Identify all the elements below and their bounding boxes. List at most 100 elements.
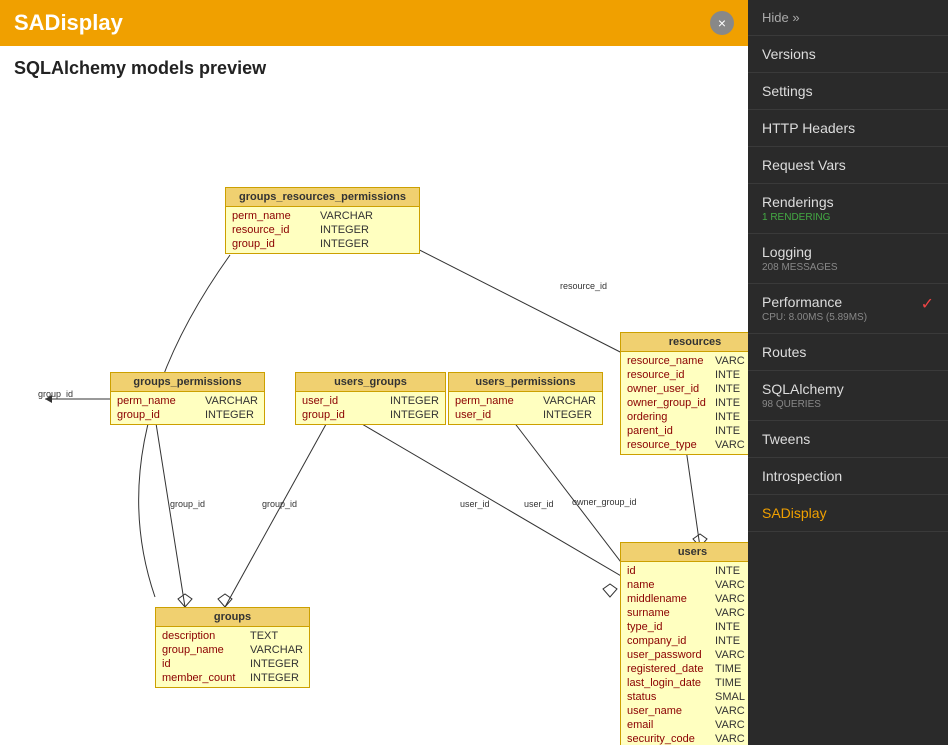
table-body: perm_name VARCHAR resource_id INTEGER gr… <box>226 207 419 253</box>
table-body: id INTE name VARC middlename VARC surnam… <box>621 562 748 745</box>
table-row: owner_user_id INTE <box>627 382 748 396</box>
sidebar-item-renderings[interactable]: Renderings 1 RENDERING <box>748 184 948 234</box>
table-users-groups: users_groups user_id INTEGER group_id IN… <box>295 372 446 425</box>
table-row: description TEXT <box>162 629 303 643</box>
table-groups-resources-permissions: groups_resources_permissions perm_name V… <box>225 187 420 254</box>
hide-label: Hide » <box>762 10 800 25</box>
table-row: group_id INTEGER <box>232 237 413 251</box>
table-row: security_code VARC <box>627 732 748 745</box>
sidebar-item-sub: CPU: 8.00MS (5.89MS) <box>762 312 934 323</box>
table-row: type_id INTE <box>627 620 748 634</box>
sidebar-item-label: Tweens <box>762 431 810 447</box>
table-row: status SMAL <box>627 690 748 704</box>
table-row: name VARC <box>627 578 748 592</box>
table-row: parent_id INTE <box>627 424 748 438</box>
sidebar: Hide » Versions Settings HTTP Headers Re… <box>748 0 948 745</box>
table-row: id INTE <box>627 564 748 578</box>
svg-text:group_id: group_id <box>38 389 73 399</box>
sidebar-item-sadisplay[interactable]: SADisplay <box>748 495 948 532</box>
table-row: perm_name VARCHAR <box>455 394 596 408</box>
sidebar-item-sub: 208 MESSAGES <box>762 262 934 273</box>
sidebar-item-label: Renderings <box>762 194 834 210</box>
sidebar-item-sub: 98 QUERIES <box>762 399 934 410</box>
sidebar-item-label: Settings <box>762 83 813 99</box>
svg-text:owner_group_id: owner_group_id <box>572 497 637 507</box>
sidebar-item-routes[interactable]: Routes <box>748 334 948 371</box>
table-row: id INTEGER <box>162 657 303 671</box>
table-row: perm_name VARCHAR <box>232 209 413 223</box>
main-area: SADisplay × SQLAlchemy models preview re… <box>0 0 748 745</box>
table-row: member_count INTEGER <box>162 671 303 685</box>
table-header: resources <box>621 333 748 352</box>
table-header: users <box>621 543 748 562</box>
app-title: SADisplay <box>14 10 123 36</box>
page-title: SQLAlchemy models preview <box>0 46 748 87</box>
table-row: group_name VARCHAR <box>162 643 303 657</box>
sidebar-item-label: Performance <box>762 294 842 310</box>
label-resource-id: resource_id <box>560 281 607 291</box>
sidebar-item-label: Versions <box>762 46 816 62</box>
table-groups-permissions: groups_permissions perm_name VARCHAR gro… <box>110 372 265 425</box>
table-header: groups_resources_permissions <box>226 188 419 207</box>
sidebar-item-sub: 1 RENDERING <box>762 212 934 223</box>
sidebar-item-tweens[interactable]: Tweens <box>748 421 948 458</box>
table-row: user_password VARC <box>627 648 748 662</box>
table-row: group_id INTEGER <box>117 408 258 422</box>
svg-text:group_id: group_id <box>170 499 205 509</box>
table-body: description TEXT group_name VARCHAR id I… <box>156 627 309 687</box>
table-row: company_id INTE <box>627 634 748 648</box>
table-body: user_id INTEGER group_id INTEGER <box>296 392 445 424</box>
table-row: middlename VARC <box>627 592 748 606</box>
table-header: users_groups <box>296 373 445 392</box>
table-users: users id INTE name VARC middlename VARC … <box>620 542 748 745</box>
svg-text:user_id: user_id <box>524 499 554 509</box>
table-row: resource_type VARC <box>627 438 748 452</box>
table-row: resource_id INTEGER <box>232 223 413 237</box>
header-bar: SADisplay × <box>0 0 748 46</box>
performance-check-icon: ✓ <box>921 294 934 314</box>
svg-text:user_id: user_id <box>460 499 490 509</box>
table-body: resource_name VARC resource_id INTE owne… <box>621 352 748 454</box>
table-row: user_id INTEGER <box>455 408 596 422</box>
sidebar-item-sqlalchemy[interactable]: SQLAlchemy 98 QUERIES <box>748 371 948 421</box>
sidebar-item-label: Routes <box>762 344 806 360</box>
sidebar-hide-button[interactable]: Hide » <box>748 0 948 36</box>
table-resources: resources resource_name VARC resource_id… <box>620 332 748 455</box>
sidebar-item-label: SQLAlchemy <box>762 381 844 397</box>
sidebar-item-introspection[interactable]: Introspection <box>748 458 948 495</box>
sidebar-item-http-headers[interactable]: HTTP Headers <box>748 110 948 147</box>
table-row: resource_id INTE <box>627 368 748 382</box>
sidebar-item-versions[interactable]: Versions <box>748 36 948 73</box>
sidebar-item-label: Introspection <box>762 468 842 484</box>
table-row: last_login_date TIME <box>627 676 748 690</box>
table-users-permissions: users_permissions perm_name VARCHAR user… <box>448 372 603 425</box>
sidebar-item-label: Logging <box>762 244 812 260</box>
close-button[interactable]: × <box>710 11 734 35</box>
table-row: email VARC <box>627 718 748 732</box>
table-row: registered_date TIME <box>627 662 748 676</box>
diagram-area: resource_id group_id group_id user_id us… <box>0 87 748 745</box>
table-body: perm_name VARCHAR user_id INTEGER <box>449 392 602 424</box>
table-row: surname VARC <box>627 606 748 620</box>
table-row: ordering INTE <box>627 410 748 424</box>
table-body: perm_name VARCHAR group_id INTEGER <box>111 392 264 424</box>
sidebar-item-label: HTTP Headers <box>762 120 855 136</box>
table-row: resource_name VARC <box>627 354 748 368</box>
table-groups: groups description TEXT group_name VARCH… <box>155 607 310 688</box>
svg-text:group_id: group_id <box>262 499 297 509</box>
sidebar-item-label: SADisplay <box>762 505 827 521</box>
sidebar-item-request-vars[interactable]: Request Vars <box>748 147 948 184</box>
table-header: groups <box>156 608 309 627</box>
sidebar-item-settings[interactable]: Settings <box>748 73 948 110</box>
sidebar-item-performance[interactable]: Performance ✓ CPU: 8.00MS (5.89MS) <box>748 284 948 334</box>
table-row: owner_group_id INTE <box>627 396 748 410</box>
table-row: user_name VARC <box>627 704 748 718</box>
table-row: user_id INTEGER <box>302 394 439 408</box>
table-row: group_id INTEGER <box>302 408 439 422</box>
table-header: groups_permissions <box>111 373 264 392</box>
close-icon: × <box>718 15 726 31</box>
sidebar-item-label: Request Vars <box>762 157 846 173</box>
table-row: perm_name VARCHAR <box>117 394 258 408</box>
sidebar-item-logging[interactable]: Logging 208 MESSAGES <box>748 234 948 284</box>
table-header: users_permissions <box>449 373 602 392</box>
